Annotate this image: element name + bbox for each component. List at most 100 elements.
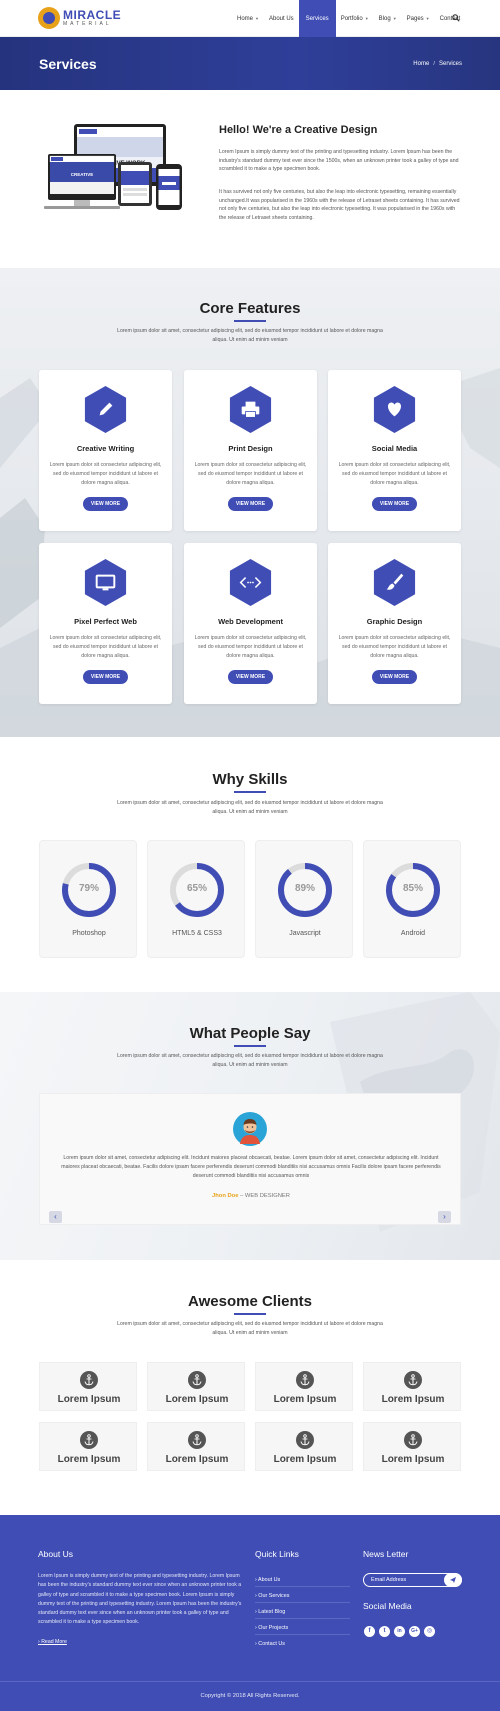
skill-name: HTML5 & CSS3: [172, 930, 222, 937]
skill-name: Android: [400, 930, 426, 937]
feature-description: Lorem ipsum dolor sit consectetur adipis…: [338, 635, 451, 659]
author-role: WEB DESIGNER: [244, 1193, 290, 1199]
chevron-down-icon: ▼: [364, 16, 369, 21]
skill-percent: 89%: [294, 883, 315, 894]
client-logo-card[interactable]: Lorem Ipsum: [255, 1422, 353, 1471]
view-more-button[interactable]: VIEW MORE: [228, 497, 273, 511]
read-more-link[interactable]: › Read More: [38, 1639, 67, 1645]
feature-name: Print Design: [228, 444, 273, 453]
feature-description: Lorem ipsum dolor sit consectetur adipis…: [338, 462, 451, 486]
features-description: Lorem ipsum dolor sit amet, consectetur …: [117, 328, 383, 343]
client-logo-card[interactable]: Lorem Ipsum: [39, 1422, 137, 1471]
intro-title: Hello! We're a Creative Design: [219, 124, 378, 136]
page-banner: Services Home / Services: [0, 37, 500, 90]
anchor-icon: [296, 1371, 314, 1389]
view-more-button[interactable]: VIEW MORE: [372, 670, 417, 684]
skill-card: 89% Javascript: [255, 840, 353, 958]
testimonial-text: Lorem ipsum dolor sit amet, consectetur …: [61, 1155, 441, 1179]
testimonials-description: Lorem ipsum dolor sit amet, consectetur …: [117, 1053, 383, 1068]
footer-link-contact[interactable]: › Contact Us: [255, 1641, 285, 1647]
prev-arrow-button[interactable]: ‹: [49, 1211, 62, 1223]
view-more-button[interactable]: VIEW MORE: [228, 670, 273, 684]
logo-badge-icon: [38, 7, 60, 29]
client-logo-card[interactable]: Lorem Ipsum: [255, 1362, 353, 1411]
feature-description: Lorem ipsum dolor sit consectetur adipis…: [194, 635, 307, 659]
features-title-underline: [234, 320, 266, 322]
copyright: Copyright © 2018 All Rights Reserved.: [200, 1693, 300, 1699]
feature-card-graphic-design: Graphic Design Lorem ipsum dolor sit con…: [328, 543, 461, 704]
next-arrow-button[interactable]: ›: [438, 1211, 451, 1223]
nav-home[interactable]: Home ▼: [232, 0, 264, 37]
footer-link-about[interactable]: › About Us: [255, 1577, 280, 1583]
client-logo-card[interactable]: Lorem Ipsum: [363, 1362, 461, 1411]
view-more-button[interactable]: VIEW MORE: [372, 497, 417, 511]
client-name: Lorem Ipsum: [273, 1394, 337, 1405]
author-name: Jhon Doe: [212, 1193, 239, 1199]
feature-card-social-media: Social Media Lorem ipsum dolor sit conse…: [328, 370, 461, 531]
site-footer: About Us Lorem Ipsum is simply dummy tex…: [0, 1515, 500, 1711]
clients-title: Awesome Clients: [188, 1293, 312, 1310]
breadcrumb-current: Services: [438, 61, 462, 67]
skill-percent: 65%: [186, 883, 207, 894]
nav-pages[interactable]: Pages ▼: [402, 0, 435, 37]
client-name: Lorem Ipsum: [165, 1454, 229, 1465]
nav-portfolio[interactable]: Portfolio ▼: [336, 0, 374, 37]
nav-services[interactable]: Services: [298, 0, 336, 37]
skills-description: Lorem ipsum dolor sit amet, consectetur …: [117, 800, 383, 815]
client-name: Lorem Ipsum: [165, 1394, 229, 1405]
footer-social-title: Social Media: [363, 1601, 412, 1611]
feature-card-creative-writing: Creative Writing Lorem ipsum dolor sit c…: [39, 370, 172, 531]
intro-paragraph-2: It has survived not only five centuries,…: [219, 189, 460, 222]
logo[interactable]: MIRACLE MATERIAL: [38, 7, 121, 29]
skills-title: Why Skills: [212, 771, 288, 788]
skill-percent: 85%: [402, 883, 423, 894]
anchor-icon: [80, 1431, 98, 1449]
client-logo-card[interactable]: Lorem Ipsum: [147, 1422, 245, 1471]
twitter-icon[interactable]: t: [379, 1626, 390, 1637]
client-logo-card[interactable]: Lorem Ipsum: [363, 1422, 461, 1471]
footer-link-blog[interactable]: › Latest Blog: [255, 1609, 285, 1615]
skills-title-underline: [234, 791, 266, 793]
testimonial-author: Jhon Doe – WEB DESIGNER: [212, 1193, 290, 1199]
view-more-button[interactable]: VIEW MORE: [83, 670, 128, 684]
client-name: Lorem Ipsum: [57, 1394, 121, 1405]
logo-name: MIRACLE: [63, 8, 122, 22]
feature-name: Pixel Perfect Web: [74, 617, 137, 626]
feature-name: Graphic Design: [366, 617, 423, 626]
linkedin-icon[interactable]: in: [394, 1626, 405, 1637]
testimonials-title: What People Say: [189, 1025, 311, 1042]
send-button[interactable]: [444, 1573, 462, 1587]
client-logo-card[interactable]: Lorem Ipsum: [147, 1362, 245, 1411]
footer-link-services[interactable]: › Our Services: [255, 1593, 289, 1599]
paper-plane-icon: [450, 1577, 456, 1583]
client-logo-card[interactable]: Lorem Ipsum: [39, 1362, 137, 1411]
client-name: Lorem Ipsum: [273, 1454, 337, 1465]
clients-description: Lorem ipsum dolor sit amet, consectetur …: [117, 1321, 383, 1336]
facebook-icon[interactable]: f: [364, 1626, 375, 1637]
skill-name: Javascript: [289, 930, 321, 937]
logo-sub: MATERIAL: [63, 21, 112, 27]
google-plus-icon[interactable]: G+: [409, 1626, 420, 1637]
nav-about[interactable]: About Us: [264, 0, 299, 37]
newsletter-form: [363, 1573, 462, 1587]
email-input[interactable]: [364, 1574, 444, 1586]
feature-name: Creative Writing: [76, 444, 135, 453]
nav-blog[interactable]: Blog ▼: [374, 0, 402, 37]
search-icon[interactable]: [452, 14, 460, 22]
client-name: Lorem Ipsum: [381, 1394, 445, 1405]
view-more-button[interactable]: VIEW MORE: [83, 497, 128, 511]
feature-name: Web Development: [218, 617, 283, 626]
testimonials-title-underline: [234, 1045, 266, 1047]
footer-about-text: Lorem Ipsum is simply dummy text of the …: [38, 1573, 242, 1626]
pencil-icon: [84, 385, 127, 434]
breadcrumb-home[interactable]: Home: [413, 61, 429, 67]
chevron-down-icon: ▼: [392, 16, 397, 21]
features-title: Core Features: [199, 300, 301, 317]
footer-link-projects[interactable]: › Our Projects: [255, 1625, 288, 1631]
printer-icon: [229, 385, 272, 434]
instagram-icon[interactable]: ◎: [424, 1626, 435, 1637]
anchor-icon: [188, 1371, 206, 1389]
footer-newsletter-title: News Letter: [363, 1549, 409, 1559]
main-nav: Home ▼ About Us Services Portfolio ▼ Blog ▼…: [232, 0, 465, 37]
nav-contact[interactable]: Contact: [435, 0, 466, 37]
